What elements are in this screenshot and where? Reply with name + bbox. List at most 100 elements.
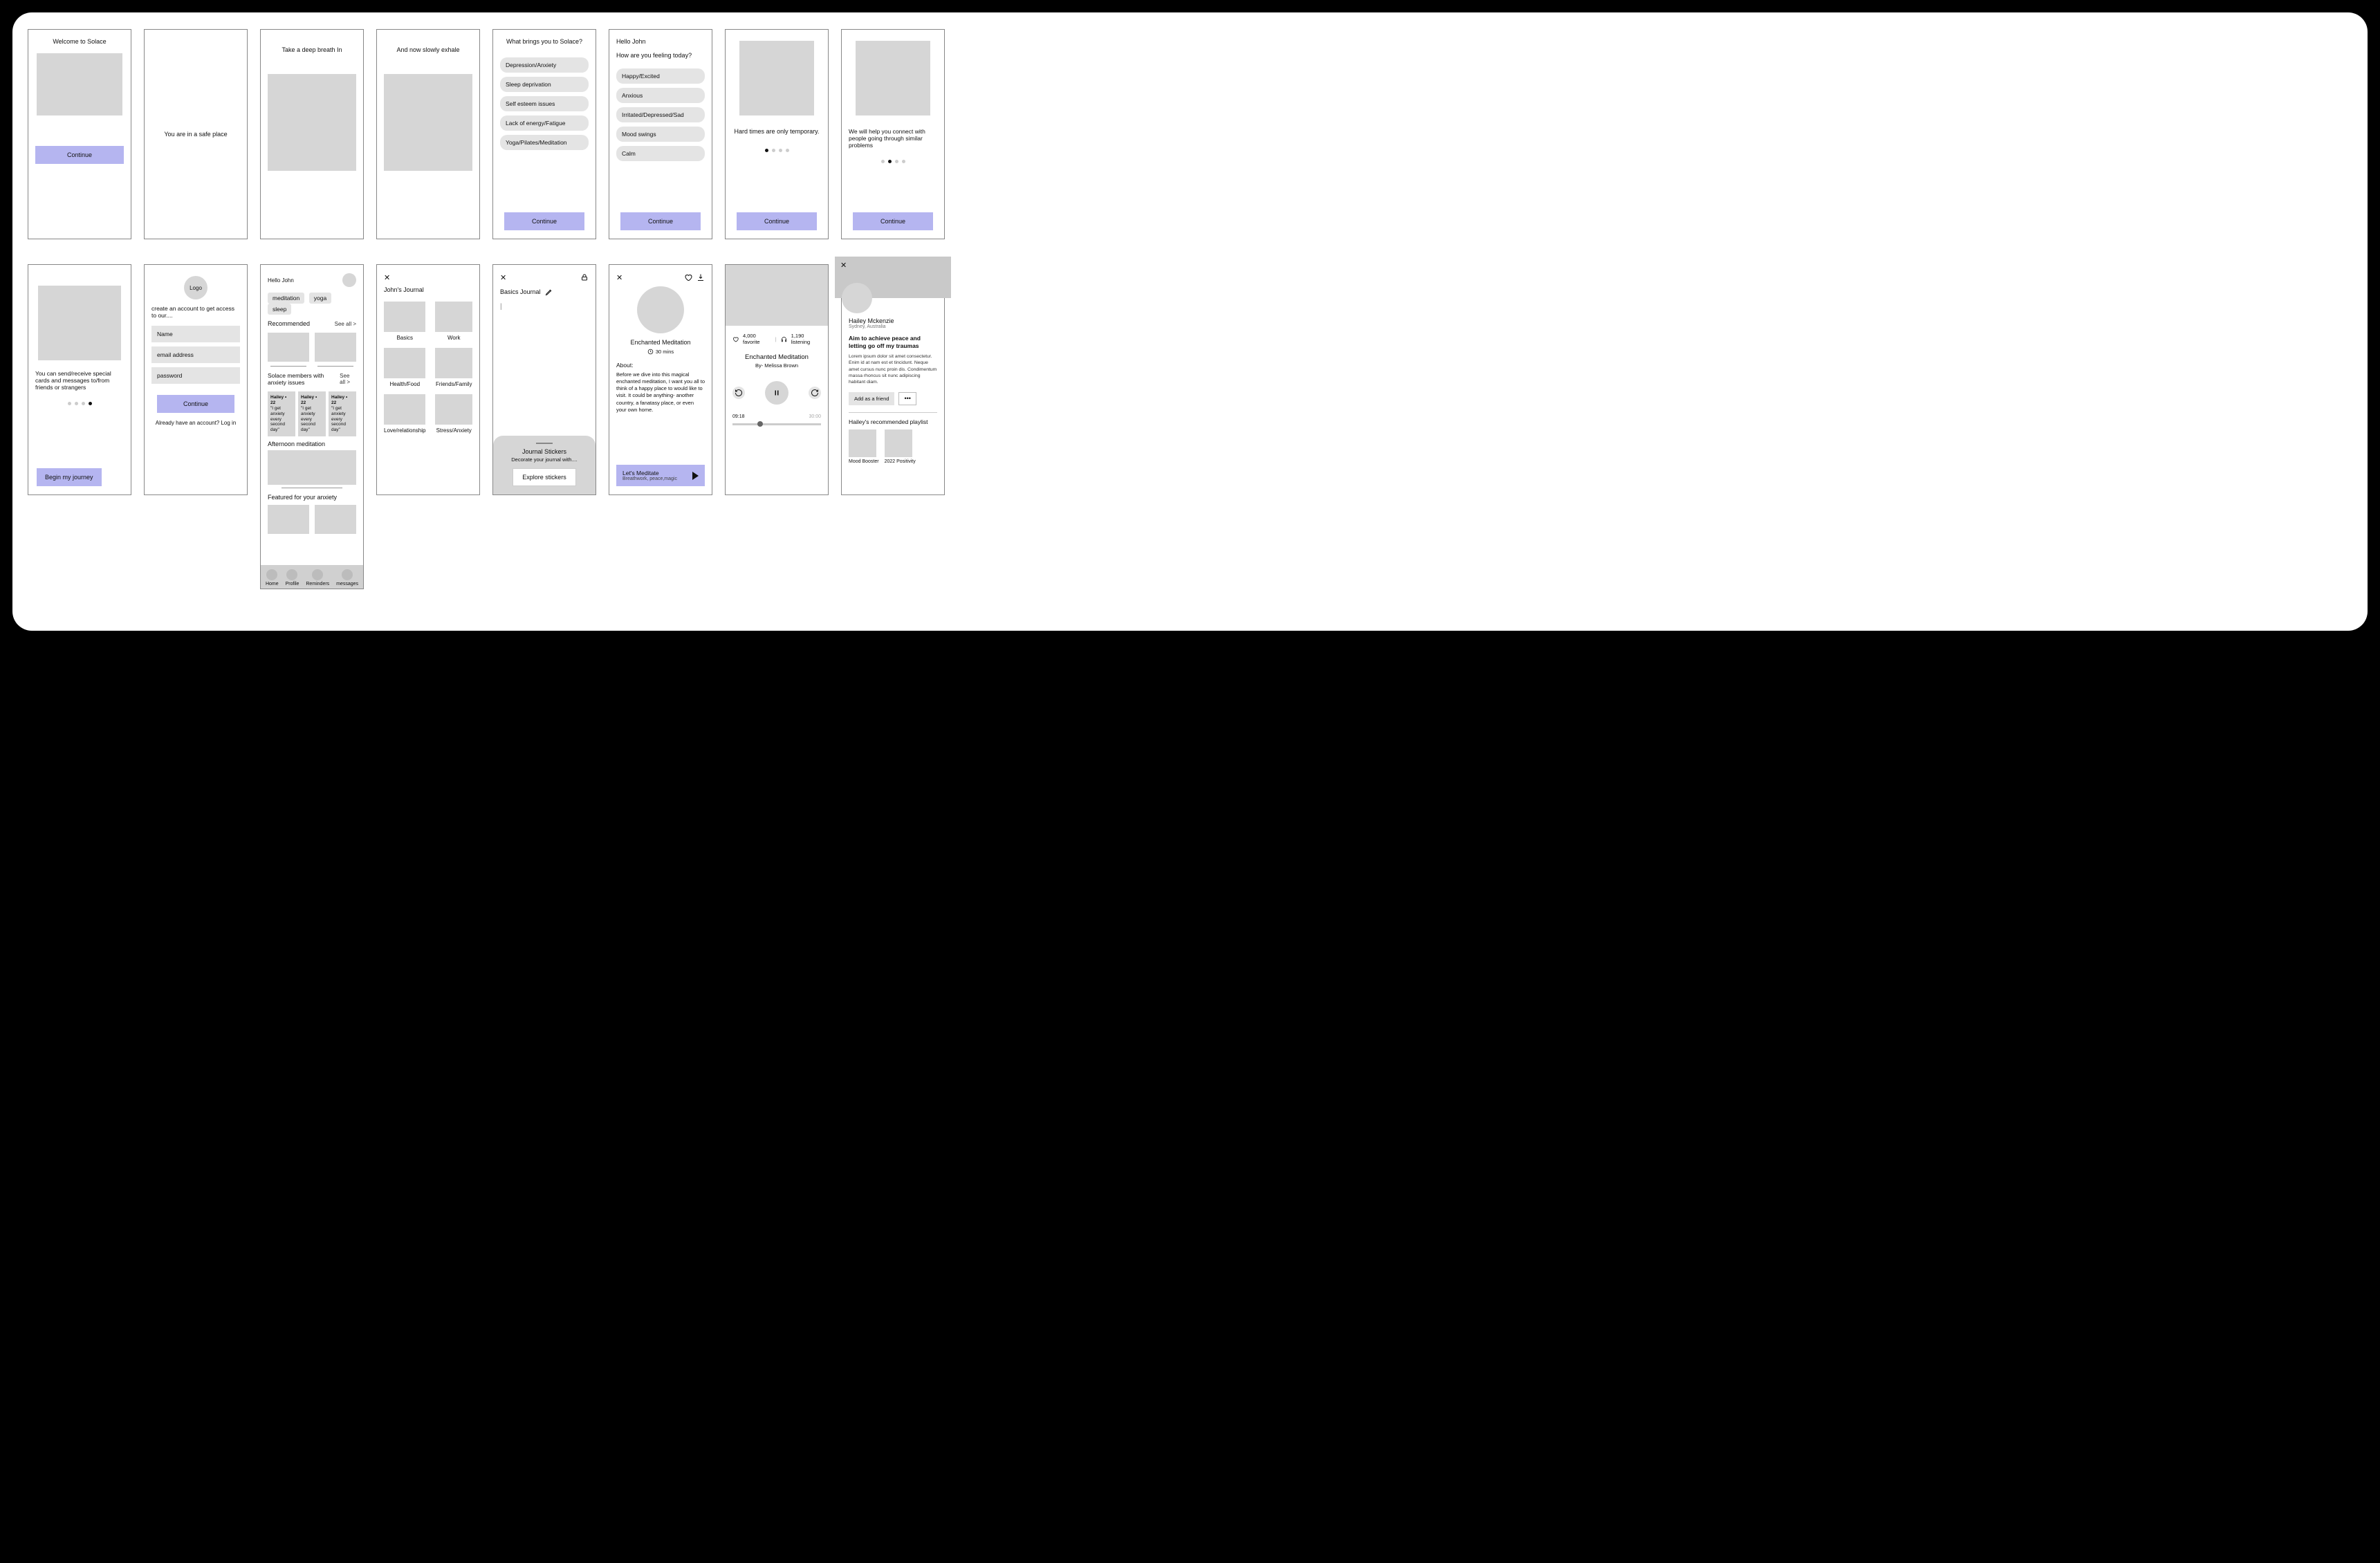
member-card[interactable]: Hailey • 22"I get anxiety every second d…: [329, 391, 356, 436]
continue-button[interactable]: Continue: [35, 146, 124, 164]
signup-subtitle: create an account to get access to our..…: [151, 305, 240, 319]
featured-card[interactable]: [315, 505, 356, 534]
exhale-text: And now slowly exhale: [384, 46, 472, 53]
nav-messages[interactable]: messages: [336, 569, 358, 586]
close-icon[interactable]: ✕: [384, 273, 472, 282]
forward-button[interactable]: [809, 387, 821, 399]
option-happy[interactable]: Happy/Excited: [616, 68, 705, 84]
continue-button[interactable]: Continue: [504, 212, 584, 230]
option-calm[interactable]: Calm: [616, 146, 705, 161]
screen-home: Hello John meditation yoga sleep Recomme…: [260, 264, 364, 589]
stickers-sub: Decorate your journal with....: [501, 456, 587, 463]
heart-icon[interactable]: [684, 273, 692, 282]
close-icon[interactable]: ✕: [616, 273, 622, 282]
continue-button[interactable]: Continue: [737, 212, 817, 230]
playlist-title: Hailey's recommended playlist: [849, 418, 937, 425]
cat-health[interactable]: Health/Food: [384, 348, 425, 387]
cat-love[interactable]: Love/relationship: [384, 394, 425, 434]
page-dots: [849, 160, 937, 163]
rec-card[interactable]: [315, 333, 356, 362]
cat-work[interactable]: Work: [435, 302, 472, 341]
afternoon-title: Afternoon meditation: [268, 441, 356, 447]
screen-meditation-detail: ✕ Enchanted Meditation 30 mins About: Be…: [609, 264, 712, 495]
scrubber[interactable]: [732, 423, 821, 425]
member-card[interactable]: Hailey • 22"I get anxiety every second d…: [268, 391, 295, 436]
lets-meditate-button[interactable]: Let's Meditate Breathwork, peace,magic: [616, 465, 705, 486]
screen-connect: We will help you connect with people goi…: [841, 29, 945, 239]
playlist-2022-positivity[interactable]: 2022 Positivity: [885, 429, 916, 464]
cards-text: You can send/receive special cards and m…: [35, 370, 124, 391]
about-text: Before we dive into this magical enchant…: [616, 371, 705, 414]
nav-profile[interactable]: Profile: [286, 569, 299, 586]
nav-home[interactable]: Home: [266, 569, 279, 586]
screen-cards: You can send/receive special cards and m…: [28, 264, 131, 495]
safe-place-text: You are in a safe place: [164, 131, 227, 138]
email-input[interactable]: email address: [151, 346, 240, 363]
begin-journey-button[interactable]: Begin my journey: [37, 468, 102, 486]
option-yoga[interactable]: Yoga/Pilates/Meditation: [500, 135, 589, 150]
screen-journal-editor: ✕ Basics Journal | Journal Stickers Deco…: [492, 264, 596, 495]
close-icon[interactable]: ✕: [840, 261, 847, 270]
explore-stickers-button[interactable]: Explore stickers: [513, 468, 576, 486]
cat-friends[interactable]: Friends/Family: [435, 348, 472, 387]
image-placeholder: [37, 53, 122, 115]
afternoon-card[interactable]: [268, 450, 356, 485]
option-mood-swings[interactable]: Mood swings: [616, 127, 705, 142]
cat-stress[interactable]: Stress/Anxiety: [435, 394, 472, 434]
time-elapsed: 09:18: [732, 414, 745, 419]
featured-card[interactable]: [268, 505, 309, 534]
pause-button[interactable]: [765, 381, 788, 405]
option-fatigue[interactable]: Lack of energy/Fatigue: [500, 115, 589, 131]
continue-button[interactable]: Continue: [853, 212, 933, 230]
text-cursor[interactable]: |: [493, 303, 596, 311]
greeting: Hello John: [616, 38, 705, 45]
more-menu-button[interactable]: •••: [898, 392, 916, 405]
track-title: Enchanted Meditation: [732, 353, 821, 361]
image-placeholder: [268, 74, 356, 171]
option-irritated[interactable]: Irritated/Depressed/Sad: [616, 107, 705, 122]
see-all-link[interactable]: See all >: [340, 373, 356, 385]
name-input[interactable]: Name: [151, 326, 240, 342]
edit-icon[interactable]: [545, 288, 553, 296]
rewind-button[interactable]: [732, 387, 745, 399]
playlist-mood-booster[interactable]: Mood Booster: [849, 429, 879, 464]
welcome-title: Welcome to Solace: [35, 38, 124, 45]
member-card[interactable]: Hailey • 22"I get anxiety every second d…: [298, 391, 326, 436]
avatar[interactable]: [342, 273, 356, 287]
profile-name: Hailey Mckenzie: [849, 317, 937, 324]
stickers-title: Journal Stickers: [501, 448, 587, 455]
download-icon[interactable]: [697, 273, 705, 282]
wireframe-canvas: Welcome to Solace Continue You are in a …: [12, 12, 2368, 631]
option-depression[interactable]: Depression/Anxiety: [500, 57, 589, 73]
time-total: 30:00: [809, 414, 821, 419]
option-self-esteem[interactable]: Self esteem issues: [500, 96, 589, 111]
greeting: Hello John: [268, 277, 294, 284]
add-friend-button[interactable]: Add as a friend: [849, 392, 894, 405]
tag-yoga[interactable]: yoga: [309, 293, 331, 304]
image-placeholder: [384, 74, 472, 171]
image-placeholder: [856, 41, 930, 115]
tag-meditation[interactable]: meditation: [268, 293, 304, 304]
password-input[interactable]: password: [151, 367, 240, 384]
cat-basics[interactable]: Basics: [384, 302, 425, 341]
login-link[interactable]: Already have an account? Log in: [151, 420, 240, 426]
recommended-title: Recommended: [268, 320, 310, 327]
continue-button[interactable]: Continue: [620, 212, 701, 230]
nav-reminders[interactable]: Reminders: [306, 569, 329, 586]
tag-sleep[interactable]: sleep: [268, 304, 291, 315]
player-artwork: [726, 265, 828, 326]
rec-card[interactable]: [268, 333, 309, 362]
screen-safe-place: You are in a safe place: [144, 29, 248, 239]
continue-button[interactable]: Continue: [157, 395, 234, 413]
screen-feeling: Hello John How are you feeling today? Ha…: [609, 29, 712, 239]
page-dots: [732, 149, 821, 152]
hard-times-text: Hard times are only temporary.: [732, 128, 821, 135]
lock-icon[interactable]: [580, 273, 589, 282]
option-anxious[interactable]: Anxious: [616, 88, 705, 103]
close-icon[interactable]: ✕: [500, 273, 506, 282]
option-sleep[interactable]: Sleep deprivation: [500, 77, 589, 92]
question-title: What brings you to Solace?: [500, 38, 589, 45]
profile-cover: ✕: [835, 257, 951, 298]
see-all-link[interactable]: See all >: [335, 321, 356, 327]
page-dots: [35, 402, 124, 405]
